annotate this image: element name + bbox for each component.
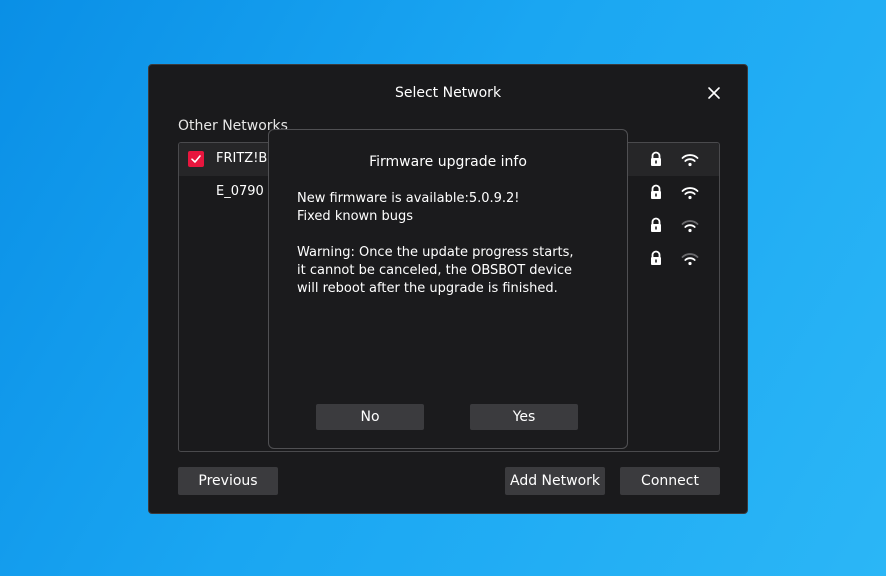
network-name: E_0790 — [216, 184, 264, 199]
lock-icon — [648, 217, 664, 233]
connect-button[interactable]: Connect — [620, 467, 720, 495]
firmware-upgrade-modal: Firmware upgrade info New firmware is av… — [268, 129, 628, 449]
lock-icon — [648, 184, 664, 200]
wifi-icon — [681, 218, 699, 233]
check-icon — [191, 155, 201, 163]
warning-text-line-2: it cannot be canceled, the OBSBOT device — [297, 263, 572, 278]
close-icon[interactable] — [707, 85, 721, 99]
no-button[interactable]: No — [316, 404, 424, 430]
lock-icon — [648, 250, 664, 266]
lock-icon — [648, 151, 664, 167]
wifi-icon — [681, 185, 699, 200]
warning-text-line-3: will reboot after the upgrade is finishe… — [297, 281, 558, 296]
yes-button[interactable]: Yes — [470, 404, 578, 430]
add-network-button[interactable]: Add Network — [505, 467, 605, 495]
previous-button[interactable]: Previous — [178, 467, 278, 495]
firmware-available-text: New firmware is available:5.0.9.2! — [297, 191, 520, 206]
wifi-icon — [681, 152, 699, 167]
fixed-bugs-text: Fixed known bugs — [297, 209, 414, 224]
dialog-title: Select Network — [394, 85, 502, 101]
modal-title: Firmware upgrade info — [369, 154, 527, 170]
network-name: FRITZ!B — [216, 151, 268, 166]
network-checkbox[interactable] — [188, 151, 204, 167]
warning-text-line-1: Warning: Once the update progress starts… — [297, 245, 574, 260]
wifi-icon — [681, 251, 699, 266]
